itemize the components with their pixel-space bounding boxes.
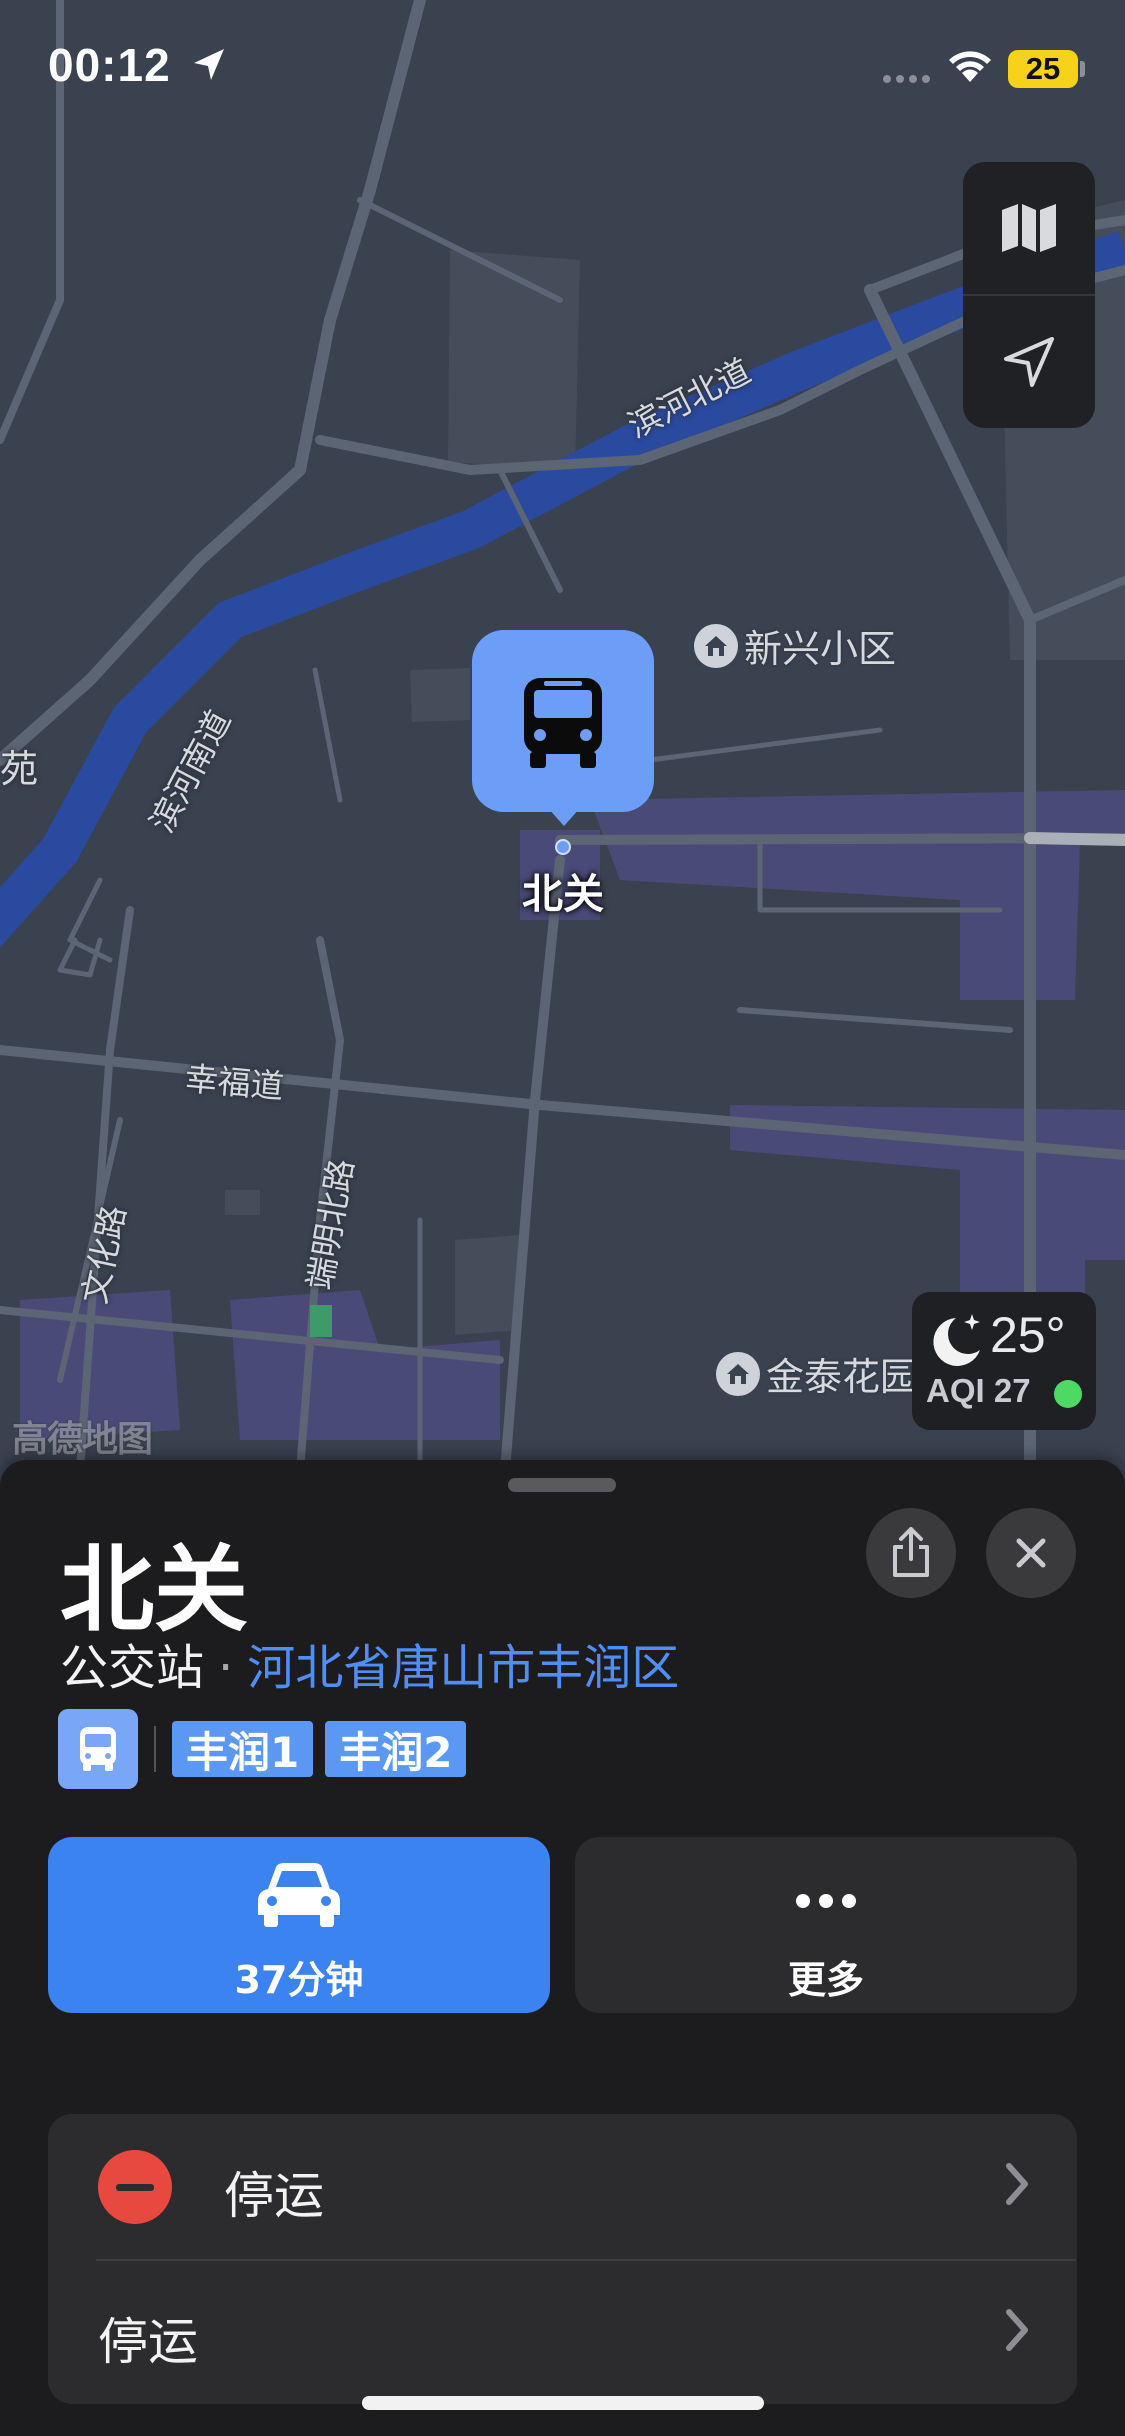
poi-jintai[interactable]: 金泰花园 [716,1346,918,1401]
status-text: 停运 [224,2167,324,2225]
location-icon [1004,337,1054,387]
route-badge[interactable]: 丰润1 [172,1721,314,1777]
pin-location-dot [555,839,571,855]
road-label: 幸福道 [183,1058,286,1107]
close-icon [1016,1538,1046,1568]
map-controls [963,162,1095,428]
drive-time-label: 37分钟 [234,1958,364,2002]
aqi-value: AQI 27 [926,1372,1031,1409]
status-time: 00:12 [48,39,171,91]
share-icon [893,1527,929,1577]
divider [154,1726,156,1772]
region-link[interactable]: 河北省唐山市丰润区 [247,1640,679,1696]
aqi-status-dot [1054,1380,1082,1408]
map-icon [1002,204,1056,252]
service-status-list: 停运 停运 [48,2114,1077,2404]
house-icon [694,623,738,668]
bus-routes: 丰润1 丰润2 [58,1708,478,1790]
place-sheet[interactable]: 北关 公交站 · 河北省唐山市丰润区 丰润1 丰润2 37分钟 更多 停运 停运 [0,1460,1125,2436]
route-badge[interactable]: 丰润2 [325,1721,467,1777]
bus-stop-pin[interactable] [472,630,654,812]
location-arrow-icon [194,49,224,80]
poi-label: 新兴小区 [744,627,897,671]
battery-nub [1080,61,1085,77]
area-label: 苑 [0,747,39,791]
more-icon [796,1894,856,1908]
more-button[interactable]: 更多 [575,1837,1077,2013]
sheet-grabber[interactable] [508,1478,616,1492]
bus-icon [524,678,602,768]
pin-pointer [548,808,580,826]
place-subtitle: 公交站 · 河北省唐山市丰润区 [60,1628,679,1698]
wifi-icon [949,51,991,82]
map-mode-button[interactable] [963,162,1095,294]
drive-directions-button[interactable]: 37分钟 [48,1837,550,2013]
map-brand-logo: 高德地图 [12,1419,153,1460]
close-button[interactable] [986,1508,1076,1598]
chevron-right-icon [1006,2163,1028,2205]
house-icon [716,1351,760,1396]
locate-me-button[interactable] [963,296,1095,428]
share-button[interactable] [866,1508,956,1598]
weather-widget[interactable]: 25° AQI 27 [912,1292,1096,1430]
moon-stars-icon [933,1314,980,1366]
home-indicator[interactable] [362,2396,764,2410]
list-item[interactable]: 停运 [48,2260,1077,2404]
chevron-right-icon [1006,2309,1028,2351]
battery-indicator: 25 [1008,50,1078,88]
stop-icon [98,2150,172,2224]
subtitle-separator: · [218,1640,234,1696]
map-view[interactable]: 滨河北道 滨河南道 幸福道 文化路 端明北路 苑 新兴小区 金泰花园 北关 25… [0,0,1125,1470]
bus-icon [58,1709,138,1789]
poi-xinxing[interactable]: 新兴小区 [694,618,896,673]
more-label: 更多 [787,1958,864,2002]
status-text: 停运 [98,2313,198,2371]
car-icon [258,1863,340,1927]
temperature: 25° [990,1307,1066,1363]
cellular-signal-icon [883,75,930,83]
pin-label: 北关 [522,870,604,918]
status-bar: 00:12 25 [0,0,1125,140]
place-category: 公交站 [60,1640,205,1696]
list-item[interactable]: 停运 [48,2114,1077,2258]
poi-label: 金泰花园 [766,1355,919,1399]
